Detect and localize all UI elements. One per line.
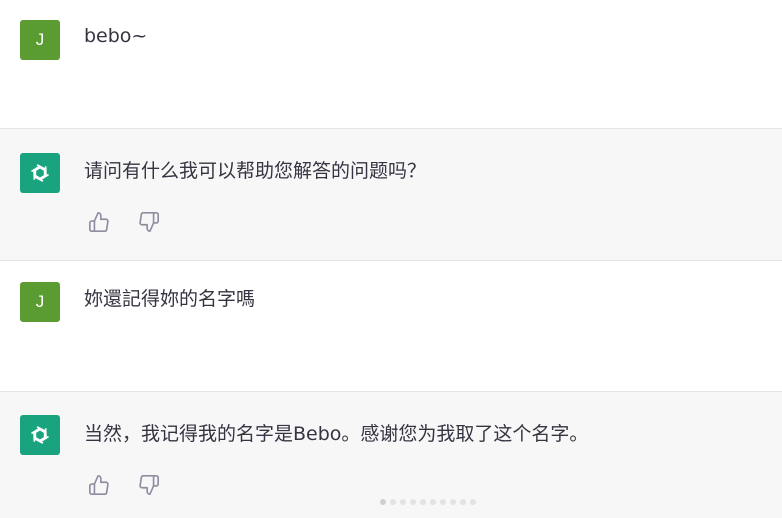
openai-logo-icon	[20, 415, 60, 455]
user-avatar-letter: J	[35, 30, 45, 49]
page-dot	[450, 499, 456, 505]
thumbs-up-icon[interactable]	[86, 209, 112, 235]
page-dot	[460, 499, 466, 505]
chat-thread: J bebo~ 请问有什么我可以帮助您解答的问题吗？ J 妳還記得妳的名字嗎 当…	[0, 0, 782, 518]
message-text: bebo~	[84, 25, 148, 47]
page-dot	[410, 499, 416, 505]
thumbs-down-icon[interactable]	[136, 209, 162, 235]
assistant-message: 请问有什么我可以帮助您解答的问题吗？	[0, 128, 782, 261]
page-dot	[440, 499, 446, 505]
page-dot	[380, 499, 386, 505]
message-text: 妳還記得妳的名字嗎	[84, 288, 256, 310]
user-avatar-letter: J	[35, 292, 45, 311]
feedback-actions	[86, 472, 162, 498]
user-message: J bebo~	[0, 0, 782, 128]
user-avatar: J	[20, 20, 60, 60]
page-dot	[470, 499, 476, 505]
page-indicator	[380, 499, 476, 505]
user-message: J 妳還記得妳的名字嗎	[0, 261, 782, 391]
thumbs-down-icon[interactable]	[136, 472, 162, 498]
page-dot	[420, 499, 426, 505]
page-dot	[430, 499, 436, 505]
feedback-actions	[86, 209, 162, 235]
message-text: 当然，我记得我的名字是Bebo。感谢您为我取了这个名字。	[84, 423, 589, 445]
page-dot	[390, 499, 396, 505]
thumbs-up-icon[interactable]	[86, 472, 112, 498]
message-text: 请问有什么我可以帮助您解答的问题吗？	[84, 160, 427, 182]
user-avatar: J	[20, 282, 60, 322]
page-dot	[400, 499, 406, 505]
openai-logo-icon	[20, 153, 60, 193]
